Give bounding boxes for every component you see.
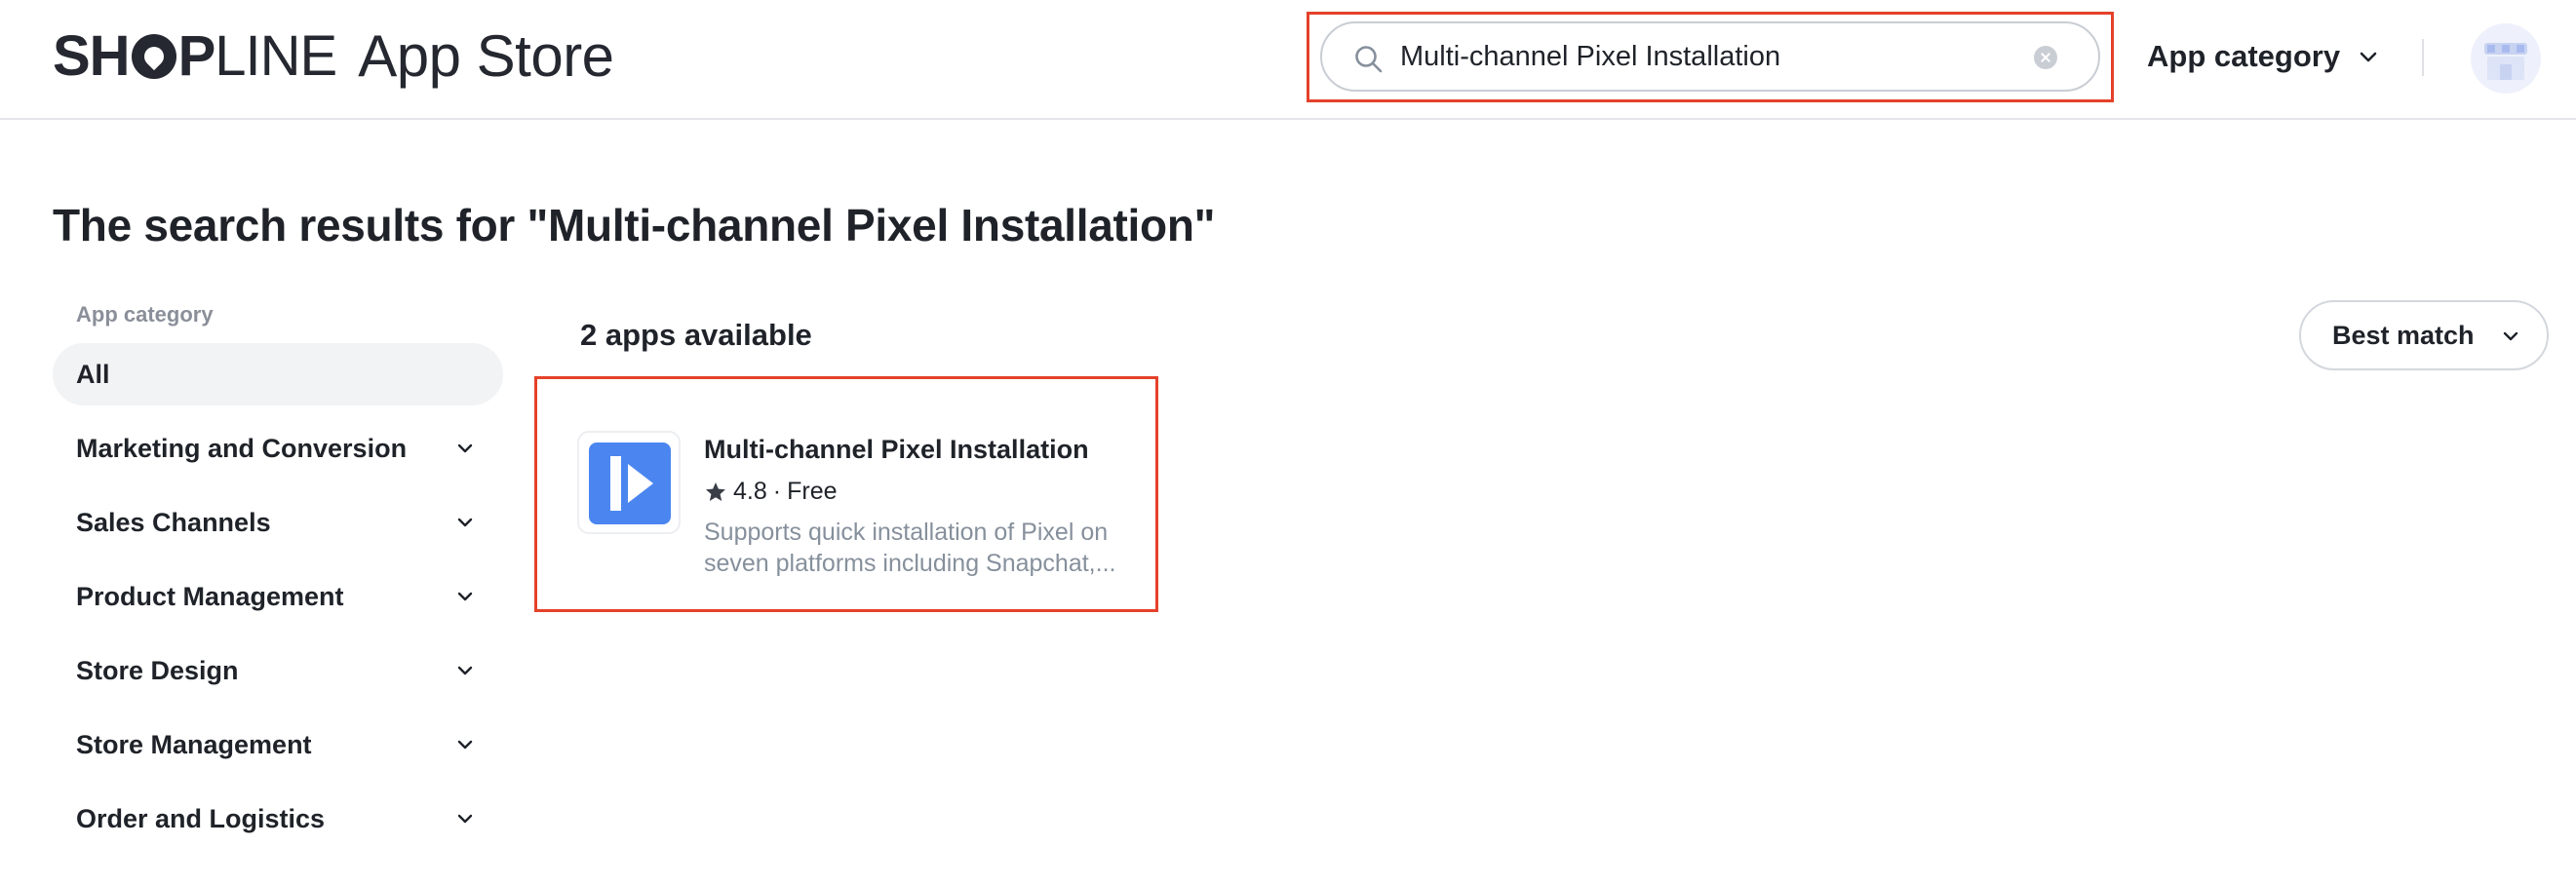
app-category-label: App category — [2147, 39, 2341, 73]
sidebar-heading: App category — [76, 302, 214, 327]
sidebar-item-label: Sales Channels — [76, 507, 271, 537]
sidebar-item-product-management[interactable]: Product Management — [53, 565, 503, 628]
chevron-down-icon[interactable] — [454, 512, 476, 533]
sort-dropdown[interactable]: Best match — [2299, 300, 2549, 370]
category-sidebar: All Marketing and Conversion Sales Chann… — [53, 343, 503, 862]
sidebar-item-marketing-and-conversion[interactable]: Marketing and Conversion — [53, 417, 503, 480]
app-card[interactable]: Multi-channel Pixel Installation 4.8 · F… — [577, 431, 1133, 587]
app-category-dropdown[interactable]: App category — [2147, 33, 2379, 80]
sidebar-item-label: Marketing and Conversion — [76, 433, 408, 463]
chevron-down-icon — [2360, 52, 2377, 62]
shopline-app-store-logo[interactable]: SH P LINE App Store — [53, 21, 614, 90]
clear-search-icon[interactable] — [2034, 46, 2057, 69]
store-avatar[interactable] — [2471, 23, 2541, 94]
shopline-o-mark-icon — [131, 34, 176, 79]
page-title: The search results for "Multi-channel Pi… — [53, 200, 1216, 250]
sidebar-item-label: Product Management — [76, 581, 344, 611]
sidebar-item-label: Store Design — [76, 655, 239, 685]
app-rating: 4.8 — [733, 478, 767, 505]
app-price: Free — [787, 478, 838, 505]
app-description: Supports quick installation of Pixel on … — [704, 519, 1116, 577]
sidebar-item-label: All — [76, 359, 110, 389]
sidebar-item-all[interactable]: All — [53, 343, 503, 405]
search-icon — [1355, 46, 1383, 73]
store-icon — [2484, 43, 2527, 80]
sidebar-item-label: Order and Logistics — [76, 803, 326, 833]
header-divider — [2422, 39, 2424, 76]
app-store-label: App Store — [358, 22, 614, 89]
meta-separator: · — [772, 478, 782, 505]
play-flag-icon — [589, 442, 671, 524]
chevron-down-icon[interactable] — [454, 734, 476, 755]
sidebar-item-sales-channels[interactable]: Sales Channels — [53, 491, 503, 554]
sort-label: Best match — [2332, 320, 2475, 350]
chevron-down-icon[interactable] — [454, 808, 476, 829]
sidebar-item-store-management[interactable]: Store Management — [53, 713, 503, 776]
chevron-down-icon[interactable] — [454, 586, 476, 607]
shopline-logo-text: SH P LINE — [53, 23, 337, 88]
chevron-down-icon[interactable] — [454, 438, 476, 459]
sidebar-item-order-and-logistics[interactable]: Order and Logistics — [53, 788, 503, 850]
app-rating-price: 4.8 · Free — [704, 478, 838, 506]
top-header: SHPLINE App Store App category — [0, 0, 2576, 120]
chevron-down-icon[interactable] — [454, 660, 476, 681]
app-name[interactable]: Multi-channel Pixel Installation — [704, 435, 1089, 465]
search-box[interactable] — [1320, 21, 2100, 92]
results-count: 2 apps available — [580, 318, 812, 352]
sidebar-item-label: Store Management — [76, 729, 312, 759]
star-icon — [706, 481, 725, 501]
app-icon-frame — [577, 431, 681, 534]
search-input[interactable] — [1400, 37, 2005, 76]
sidebar-item-store-design[interactable]: Store Design — [53, 639, 503, 702]
chevron-down-icon — [2503, 331, 2518, 341]
